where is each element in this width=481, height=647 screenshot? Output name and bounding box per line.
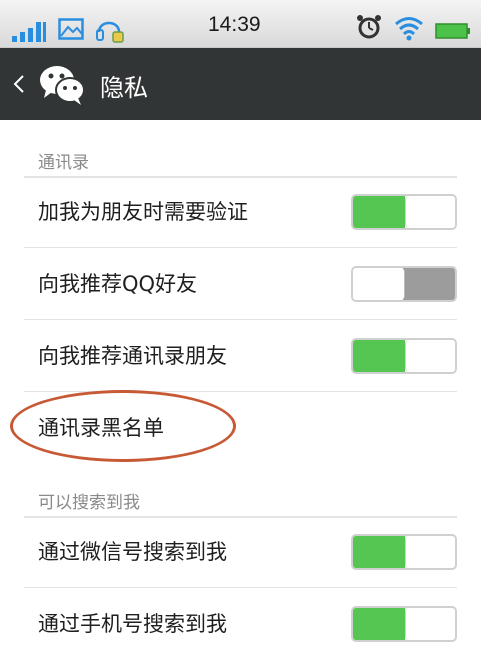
setting-row-recommend-contacts[interactable]: 向我推荐通讯录朋友 (24, 320, 457, 392)
toggle-switch-recommend-contacts[interactable] (351, 338, 457, 374)
toggle-knob (405, 536, 455, 568)
setting-label: 通过手机号搜索到我 (38, 612, 227, 636)
setting-label: 向我推荐QQ好友 (38, 272, 198, 296)
toggle-knob (353, 268, 405, 300)
chevron-left-icon[interactable] (12, 72, 26, 96)
setting-label: 通讯录黑名单 (38, 416, 164, 440)
page-title: 隐私 (100, 74, 148, 102)
toggle-knob (405, 608, 455, 640)
toggle-switch-search-by-phone[interactable] (351, 606, 457, 642)
setting-row-recommend-qq[interactable]: 向我推荐QQ好友 (24, 248, 457, 320)
nav-bar: 隐私 (0, 48, 481, 120)
setting-row-blacklist[interactable]: 通讯录黑名单 (24, 392, 457, 464)
signal-icon (12, 22, 46, 42)
battery-icon (435, 23, 470, 39)
setting-row-search-by-phone[interactable]: 通过手机号搜索到我 (24, 588, 457, 647)
toggle-knob (405, 196, 455, 228)
toggle-knob (405, 340, 455, 372)
wechat-icon (40, 66, 85, 105)
section-header-contacts: 通讯录 (24, 148, 457, 178)
toggle-switch-search-by-id[interactable] (351, 534, 457, 570)
wifi-icon (395, 17, 423, 41)
section-header-label: 通讯录 (38, 153, 89, 173)
status-bar: 14:39 (0, 0, 481, 48)
section-header-search: 可以搜索到我 (24, 488, 457, 518)
toggle-fill (353, 608, 405, 640)
toggle-fill (353, 536, 405, 568)
toggle-fill (353, 340, 405, 372)
setting-row-verify-friend[interactable]: 加我为朋友时需要验证 (24, 176, 457, 248)
headset-icon (96, 21, 124, 43)
setting-row-search-by-id[interactable]: 通过微信号搜索到我 (24, 516, 457, 588)
toggle-switch-recommend-qq[interactable] (351, 266, 457, 302)
setting-label: 向我推荐通讯录朋友 (38, 344, 227, 368)
toggle-switch-verify-friend[interactable] (351, 194, 457, 230)
status-time: 14:39 (208, 13, 261, 36)
toggle-fill (353, 196, 405, 228)
setting-label: 加我为朋友时需要验证 (38, 200, 248, 224)
image-icon (58, 18, 84, 40)
toggle-fill (403, 268, 455, 300)
alarm-icon (357, 15, 381, 39)
setting-label: 通过微信号搜索到我 (38, 540, 227, 564)
section-header-label: 可以搜索到我 (38, 493, 140, 513)
